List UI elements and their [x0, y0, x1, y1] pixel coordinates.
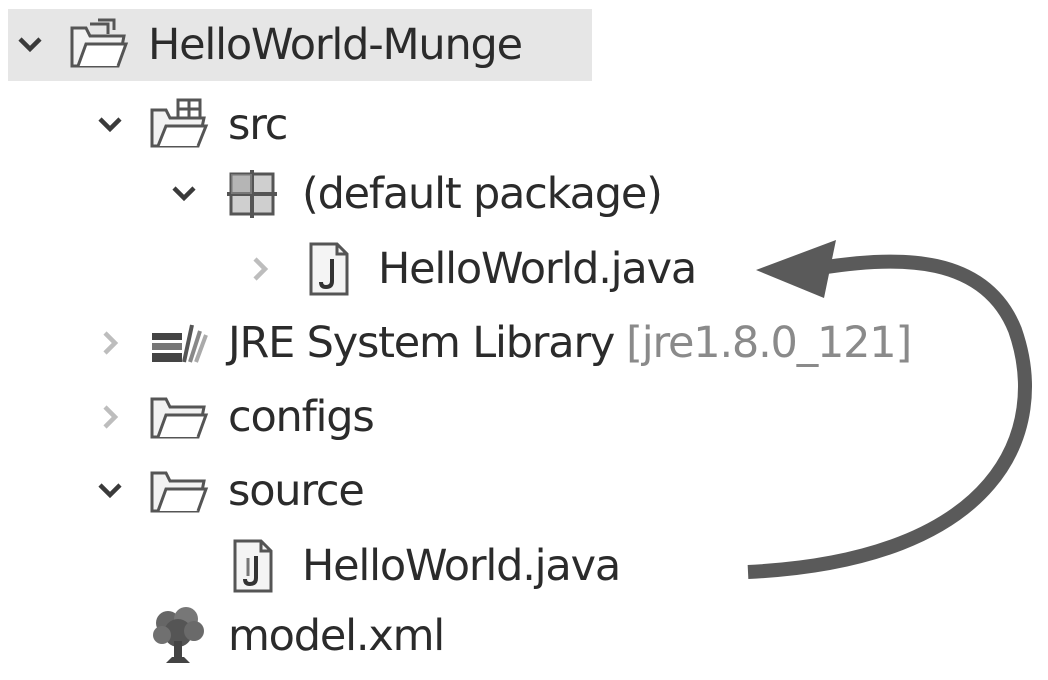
tree-item-label: JRE System Library: [228, 317, 615, 368]
chevron-placeholder: [162, 544, 206, 588]
arrowhead-icon: [756, 240, 836, 298]
jre-version-decoration: [jre1.8.0_121]: [626, 317, 912, 368]
package-icon: [222, 163, 284, 225]
folder-icon: [148, 460, 210, 522]
chevron-down-icon[interactable]: [162, 172, 206, 216]
tree-item-default-package[interactable]: (default package): [162, 158, 663, 230]
tree-item-source-helloworld-java[interactable]: HelloWorld.java: [162, 530, 621, 602]
tree-item-label: HelloWorld-Munge: [148, 19, 523, 70]
tree-item-src[interactable]: src: [88, 89, 288, 161]
tree-item-label: source: [228, 465, 365, 516]
folder-icon: [148, 386, 210, 448]
library-icon: [148, 312, 210, 374]
source-folder-icon: [148, 94, 210, 156]
java-file-icon: [222, 535, 284, 597]
chevron-down-icon[interactable]: [8, 23, 52, 67]
chevron-right-icon[interactable]: [88, 395, 132, 439]
tree-icon: [148, 605, 210, 667]
tree-item-label: src: [228, 99, 288, 150]
tree-item-label: model.xml: [228, 610, 445, 661]
tree-item-label: HelloWorld.java: [378, 243, 697, 294]
chevron-down-icon[interactable]: [88, 469, 132, 513]
tree-item-model-xml[interactable]: model.xml: [88, 600, 445, 672]
tree-item-label: (default package): [302, 168, 663, 219]
tree-item-label: HelloWorld.java: [302, 540, 621, 591]
tree-item-jre-library[interactable]: JRE System Library [jre1.8.0_121]: [88, 307, 912, 379]
chevron-right-icon[interactable]: [88, 321, 132, 365]
tree-item-configs[interactable]: configs: [88, 381, 375, 453]
chevron-down-icon[interactable]: [88, 103, 132, 147]
tree-item-src-helloworld-java[interactable]: HelloWorld.java: [238, 233, 697, 305]
tree-item-project[interactable]: HelloWorld-Munge: [8, 9, 592, 81]
tree-item-label: configs: [228, 391, 375, 442]
java-file-icon: [298, 238, 360, 300]
chevron-placeholder: [88, 614, 132, 658]
project-folder-icon: [68, 14, 130, 76]
chevron-right-icon[interactable]: [238, 247, 282, 291]
tree-item-source[interactable]: source: [88, 455, 365, 527]
